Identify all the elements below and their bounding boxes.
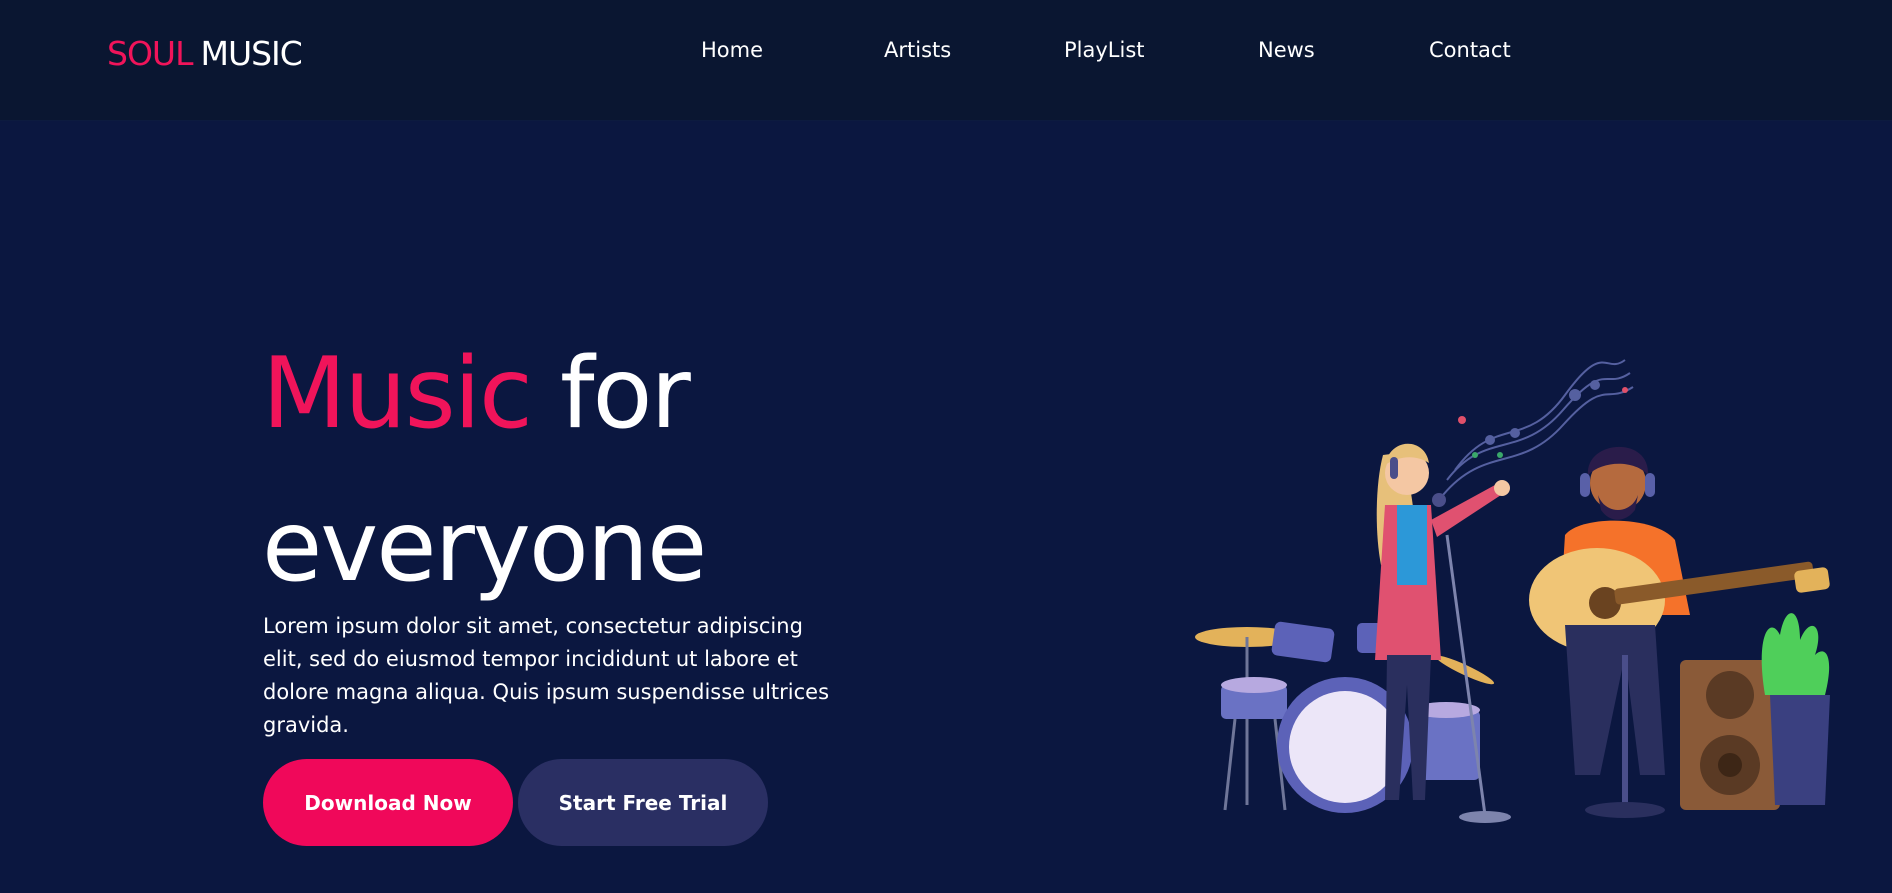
hero-title-rest: for <box>560 337 691 451</box>
start-free-trial-button[interactable]: Start Free Trial <box>518 759 768 846</box>
hero-title-accent: Music <box>262 337 533 451</box>
nav-link-home[interactable]: Home <box>701 38 763 62</box>
nav-link-news[interactable]: News <box>1258 38 1315 62</box>
navbar: SOUL MUSIC Home Artists PlayList News Con… <box>0 0 1892 121</box>
nav-link-artists[interactable]: Artists <box>884 38 951 62</box>
hero-title-line2: everyone <box>262 490 707 604</box>
band-illustration <box>1195 359 1830 823</box>
hero-description: Lorem ipsum dolor sit amet, consectetur … <box>263 614 830 737</box>
nav-link-playlist[interactable]: PlayList <box>1064 38 1145 62</box>
brand-logo-part2: MUSIC <box>200 34 302 73</box>
brand-logo[interactable]: SOUL MUSIC <box>107 34 303 73</box>
drum-kit <box>1195 621 1495 813</box>
hero-title: Music for everyone <box>262 318 707 624</box>
nav-link-contact[interactable]: Contact <box>1429 38 1511 62</box>
download-now-button[interactable]: Download Now <box>263 759 513 846</box>
brand-logo-part1: SOUL <box>107 34 193 73</box>
